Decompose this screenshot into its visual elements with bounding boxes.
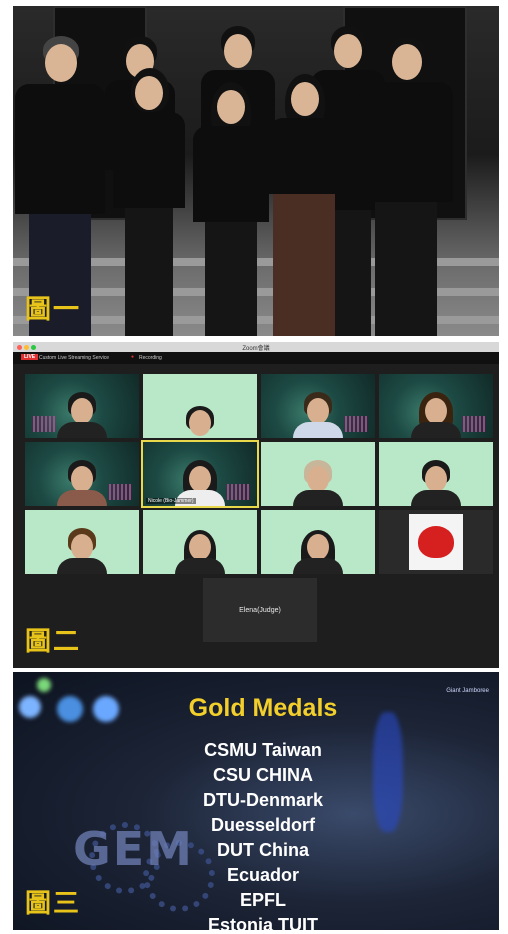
stream-toolbar: LIVE Custom Live Streaming Service ● Rec…	[13, 352, 499, 364]
video-tile[interactable]	[261, 442, 375, 506]
medal-team: Estonia TUIT	[207, 915, 318, 930]
caption-suffix: 二	[53, 627, 82, 657]
caption-char: 圖	[25, 627, 54, 657]
bokeh-light	[37, 678, 51, 692]
video-tile-active[interactable]: Nicole (Bio-Jammer)	[141, 440, 259, 508]
zoom-meeting-screenshot: Zoom會議 LIVE Custom Live Streaming Servic…	[13, 342, 499, 668]
caption-suffix: 一	[53, 295, 82, 325]
person	[265, 74, 343, 336]
video-tile[interactable]	[143, 374, 257, 438]
figure-caption: 圖 一	[25, 289, 81, 326]
live-label: Custom Live Streaming Service	[39, 355, 110, 361]
video-tile[interactable]	[143, 510, 257, 574]
figure-caption: 圖 三	[25, 883, 81, 920]
record-dot-icon: ●	[131, 354, 135, 360]
caption-suffix: 三	[53, 889, 82, 919]
bokeh-light	[93, 696, 119, 722]
video-tile[interactable]	[261, 374, 375, 438]
bokeh-light	[373, 712, 403, 832]
participant-name: Nicole (Bio-Jammer)	[146, 498, 196, 504]
video-tile[interactable]	[379, 374, 493, 438]
bokeh-light	[19, 696, 41, 718]
video-tile-no-camera[interactable]: Elena(Judge)	[203, 578, 317, 642]
video-tile[interactable]	[25, 442, 139, 506]
window-titlebar: Zoom會議	[13, 342, 499, 352]
person	[359, 36, 453, 336]
medal-title: Gold Medals	[188, 694, 338, 722]
video-tile[interactable]	[25, 374, 139, 438]
heart-icon	[418, 526, 454, 558]
bokeh-light	[57, 696, 83, 722]
gem-logo: GEM	[73, 822, 194, 876]
video-tile[interactable]	[261, 510, 375, 574]
caption-char: 圖	[25, 295, 54, 325]
person	[189, 82, 273, 336]
group-photo: 圖 一	[13, 6, 499, 336]
recording-label: Recording	[139, 355, 162, 361]
video-tile[interactable]	[25, 510, 139, 574]
medal-team: CSU CHINA	[212, 765, 313, 785]
participant-name: Elena(Judge)	[239, 606, 281, 614]
jamboree-logo: Giant Jamboree	[446, 688, 489, 694]
window-title: Zoom會議	[242, 346, 270, 352]
person	[109, 68, 189, 336]
gold-medals-slide: Giant Jamboree Gold Medals CSMU Taiwan C…	[13, 672, 499, 930]
video-tile[interactable]	[379, 442, 493, 506]
caption-char: 圖	[25, 889, 54, 919]
video-tile[interactable]	[379, 510, 493, 574]
medal-team: DTU-Denmark	[202, 790, 324, 810]
medal-team: CSMU Taiwan	[204, 740, 322, 760]
figure-caption: 圖 二	[25, 621, 81, 658]
live-badge: LIVE	[21, 354, 39, 360]
